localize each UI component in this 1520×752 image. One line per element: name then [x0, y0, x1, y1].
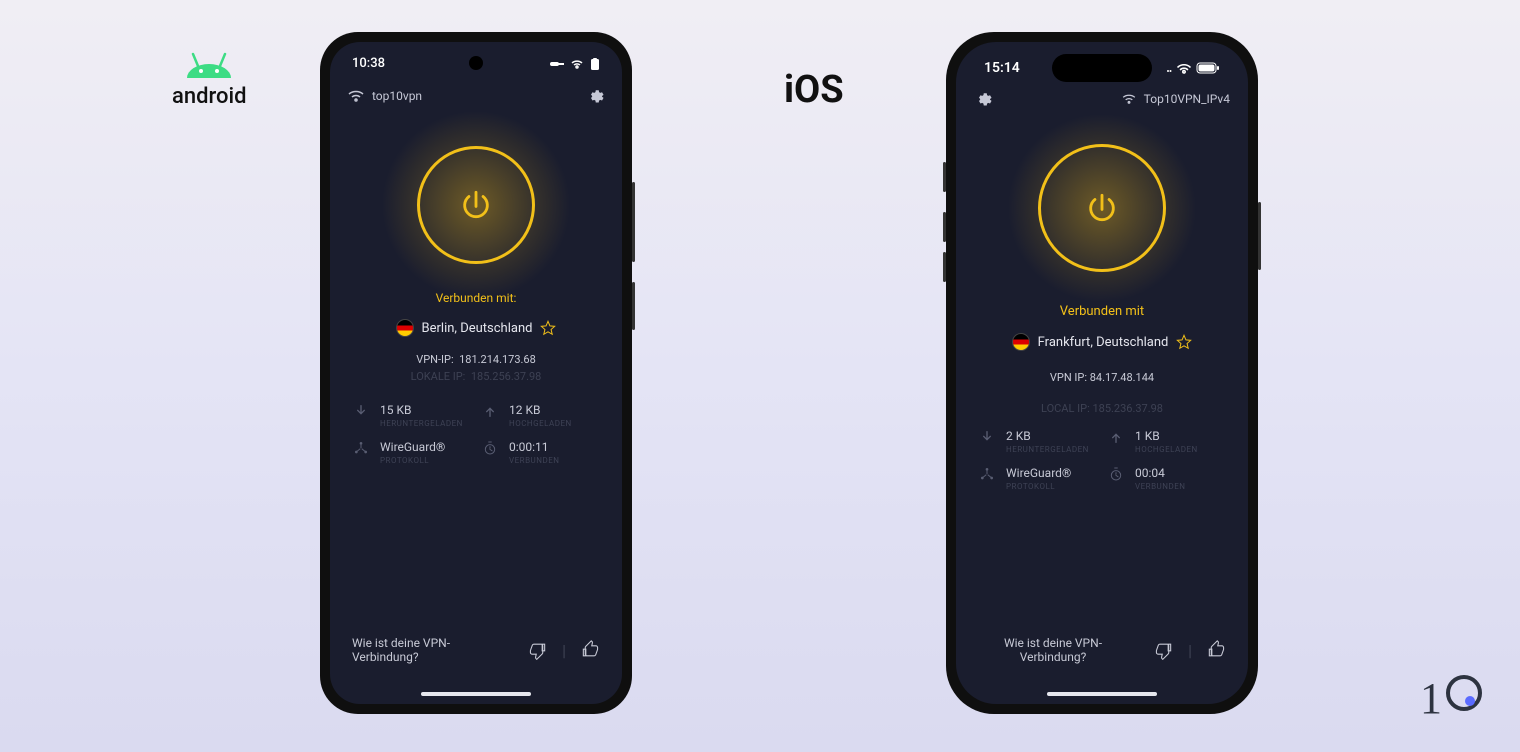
gear-icon[interactable] [974, 90, 992, 108]
network-name: top10vpn [372, 89, 422, 103]
power-button[interactable] [417, 146, 535, 264]
stat-download: 2 KBHERUNTERGELADEN [978, 429, 1097, 454]
battery-icon [1196, 62, 1220, 74]
network-indicator: top10vpn [348, 89, 422, 103]
stopwatch-icon [481, 440, 499, 456]
thumbs-down-icon[interactable] [528, 640, 548, 660]
germany-flag-icon [1012, 333, 1030, 351]
download-icon [352, 403, 370, 419]
top10-logo: 1 [1420, 673, 1484, 724]
local-ip-row: LOCAL IP: 185.236.37.98 [956, 402, 1248, 415]
stat-download: 15 KBHERUNTERGELADEN [352, 403, 471, 428]
android-phone-frame: 10:38 top10vpn [320, 32, 632, 714]
vpn-ip-row: VPN-IP: 181.214.173.68 [330, 353, 622, 366]
connected-label: Verbunden mit [956, 304, 1248, 319]
home-indicator[interactable] [421, 692, 531, 696]
stat-protocol: WireGuard®PROTOKOLL [978, 466, 1097, 491]
upload-icon [1107, 429, 1125, 445]
thumbs-up-icon[interactable] [1206, 640, 1226, 660]
stat-duration: 00:04VERBUNDEN [1107, 466, 1226, 491]
logo-zero-icon [1444, 673, 1484, 713]
power-icon [459, 188, 493, 222]
status-time: 10:38 [352, 56, 385, 71]
local-ip-row: LOKALE IP: 185.256.37.98 [330, 370, 622, 383]
feedback-question: Wie ist deine VPN-Verbindung? [978, 636, 1128, 664]
camera-punch-hole [469, 56, 483, 70]
stopwatch-icon [1107, 466, 1125, 482]
status-time: 15:14 [984, 60, 1020, 76]
android-platform-label: android [172, 44, 247, 109]
ios-platform-label: iOS [784, 68, 844, 112]
stat-upload: 12 KBHOCHGELADEN [481, 403, 600, 428]
thumbs-down-icon[interactable] [1154, 640, 1174, 660]
location-row[interactable]: Frankfurt, Deutschland [956, 333, 1248, 351]
network-icon [352, 440, 370, 456]
home-indicator[interactable] [1047, 692, 1157, 696]
wifi-icon [1176, 62, 1192, 74]
thumbs-up-icon[interactable] [580, 640, 600, 660]
gear-icon[interactable] [586, 87, 604, 105]
germany-flag-icon [396, 319, 414, 337]
feedback-question: Wie ist deine VPN-Verbindung? [352, 636, 502, 664]
wifi-icon [1122, 94, 1136, 104]
download-icon [978, 429, 996, 445]
stat-upload: 1 KBHOCHGELADEN [1107, 429, 1226, 454]
star-icon[interactable] [1176, 334, 1192, 350]
android-text: android [172, 84, 247, 109]
battery-icon [590, 58, 600, 70]
location-row[interactable]: Berlin, Deutschland [330, 319, 622, 337]
wifi-icon [570, 59, 584, 69]
power-icon [1085, 191, 1119, 225]
stat-duration: 0:00:11VERBUNDEN [481, 440, 600, 465]
wifi-icon [348, 90, 364, 102]
signal-dots-icon [1167, 63, 1172, 73]
star-icon[interactable] [540, 320, 556, 336]
upload-icon [481, 403, 499, 419]
android-robot-icon [179, 44, 239, 80]
network-indicator: Top10VPN_IPv4 [1122, 92, 1230, 106]
dynamic-island [1052, 54, 1152, 82]
ios-phone-frame: 15:14 Top10VPN_IPv4 [946, 32, 1258, 714]
vpn-ip-row: VPN IP: 84.17.48.144 [956, 371, 1248, 384]
location-text: Berlin, Deutschland [422, 321, 533, 336]
vpn-key-icon [550, 59, 564, 69]
network-name: Top10VPN_IPv4 [1144, 92, 1230, 106]
stat-protocol: WireGuard®PROTOKOLL [352, 440, 471, 465]
location-text: Frankfurt, Deutschland [1038, 335, 1169, 350]
power-button[interactable] [1038, 144, 1166, 272]
network-icon [978, 466, 996, 482]
